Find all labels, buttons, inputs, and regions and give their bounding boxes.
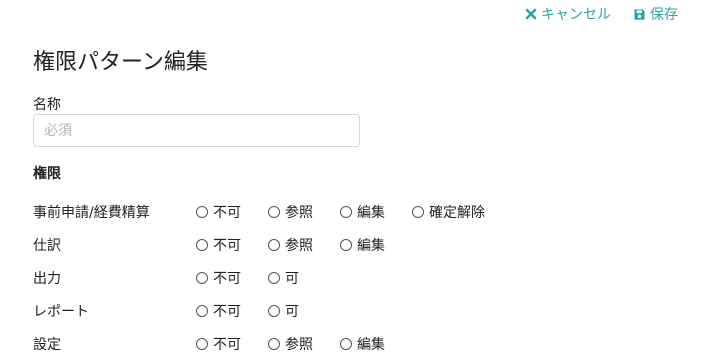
name-input[interactable]: [33, 114, 360, 147]
permission-row: レポート 不可 可: [33, 294, 485, 327]
permission-option[interactable]: 参照: [268, 235, 340, 255]
option-label: 可: [285, 270, 299, 287]
permission-option[interactable]: 不可: [196, 202, 268, 222]
radio-button[interactable]: [268, 205, 280, 218]
close-icon: [525, 8, 537, 20]
radio-button[interactable]: [412, 205, 424, 218]
option-label: 編集: [357, 204, 385, 221]
save-button[interactable]: 保存: [633, 4, 678, 24]
option-label: 編集: [357, 237, 385, 254]
permission-option[interactable]: 可: [268, 301, 340, 321]
radio-button[interactable]: [196, 337, 208, 350]
radio-button[interactable]: [268, 271, 280, 284]
permission-row: 仕訳 不可 参照 編集: [33, 228, 485, 261]
permission-option[interactable]: 参照: [268, 202, 340, 222]
permission-option[interactable]: 不可: [196, 301, 268, 321]
radio-button[interactable]: [196, 238, 208, 251]
option-label: 不可: [213, 336, 241, 353]
cancel-button[interactable]: キャンセル: [525, 4, 611, 24]
permission-row: 設定 不可 参照 編集: [33, 327, 485, 360]
radio-button[interactable]: [340, 238, 352, 251]
permission-option[interactable]: 可: [268, 268, 340, 288]
permission-name: レポート: [33, 303, 89, 320]
option-label: 参照: [285, 204, 313, 221]
radio-button[interactable]: [268, 304, 280, 317]
option-label: 確定解除: [429, 204, 485, 221]
permission-option[interactable]: 不可: [196, 235, 268, 255]
permission-option[interactable]: 参照: [268, 334, 340, 354]
permission-option[interactable]: 不可: [196, 268, 268, 288]
permission-option[interactable]: 不可: [196, 334, 268, 354]
radio-button[interactable]: [340, 205, 352, 218]
permission-row: 出力 不可 可: [33, 261, 485, 294]
page-title: 権限パターン編集: [33, 50, 208, 75]
option-label: 参照: [285, 336, 313, 353]
permission-option[interactable]: 編集: [340, 334, 412, 354]
cancel-label: キャンセル: [541, 7, 611, 23]
radio-button[interactable]: [196, 205, 208, 218]
radio-button[interactable]: [268, 238, 280, 251]
header-actions: キャンセル 保存: [525, 4, 678, 24]
permission-option[interactable]: 編集: [340, 202, 412, 222]
option-label: 不可: [213, 270, 241, 287]
option-label: 可: [285, 303, 299, 320]
floppy-disk-icon: [634, 8, 645, 20]
permission-list: 事前申請/経費精算 不可 参照 編集 確定解除 仕訳 不可 参照 編集 出力 不可可レポート 不可可設…: [33, 195, 485, 360]
radio-button[interactable]: [340, 337, 352, 350]
permission-name: 事前申請/経費精算: [33, 204, 150, 221]
option-label: 不可: [213, 303, 241, 320]
option-label: 参照: [285, 237, 313, 254]
permission-name: 仕訳: [33, 237, 61, 254]
save-label: 保存: [650, 7, 678, 23]
option-label: 編集: [357, 336, 385, 353]
radio-button[interactable]: [268, 337, 280, 350]
name-field-label: 名称: [33, 97, 61, 113]
permission-option[interactable]: 編集: [340, 235, 412, 255]
option-label: 不可: [213, 237, 241, 254]
radio-button[interactable]: [196, 304, 208, 317]
option-label: 不可: [213, 204, 241, 221]
permissions-heading: 権限: [33, 166, 61, 182]
radio-button[interactable]: [196, 271, 208, 284]
permission-name: 設定: [33, 336, 61, 353]
permission-name: 出力: [33, 270, 61, 287]
permission-option[interactable]: 確定解除: [412, 202, 485, 222]
permission-row: 事前申請/経費精算 不可 参照 編集 確定解除: [33, 195, 485, 228]
